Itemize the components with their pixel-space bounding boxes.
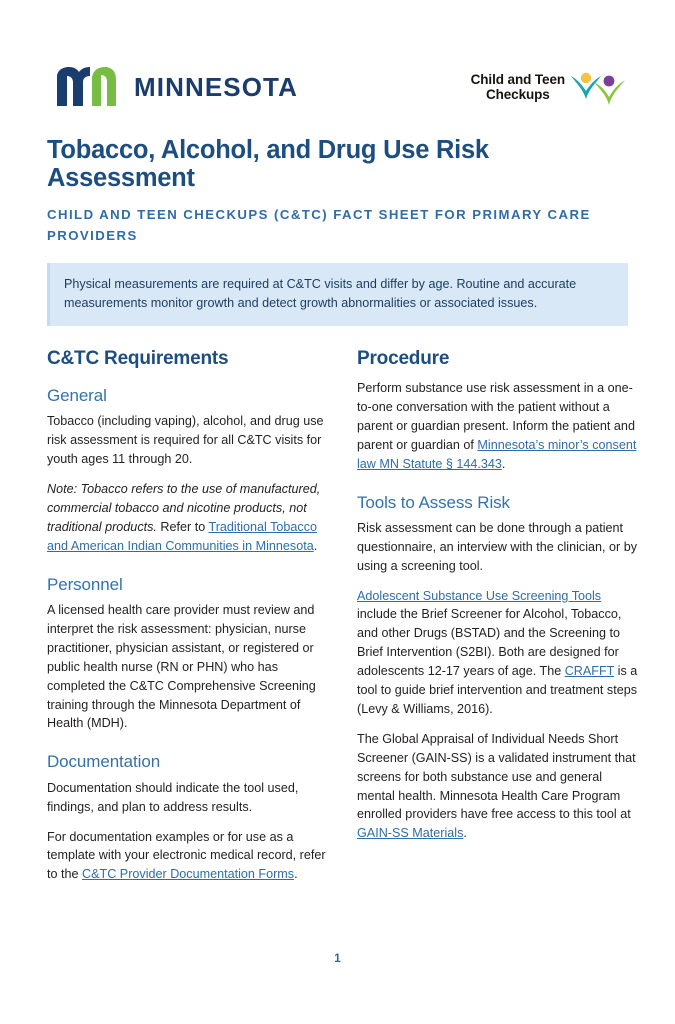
- subsection-title-documentation: Documentation: [47, 752, 161, 772]
- general-paragraph: Tobacco (including vaping), alcohol, and…: [47, 414, 324, 467]
- page-header: MINNESOTA Child and Teen Checkups: [0, 0, 675, 118]
- tools-paragraph-1: Risk assessment can be done through a pa…: [357, 520, 638, 573]
- minnesota-state-logo: MINNESOTA: [55, 67, 298, 107]
- section-title-procedure: Procedure: [357, 348, 450, 370]
- ctc-figures-icon: [571, 72, 625, 105]
- link-ctc-provider-documentation-forms[interactable]: C&TC Provider Documentation Forms: [82, 867, 294, 881]
- content-columns: C&TC Requirements General Tobacco (inclu…: [0, 326, 675, 884]
- general-note-suffix: .: [313, 538, 318, 553]
- procedure-paragraph-suffix: .: [501, 456, 506, 471]
- child-teen-checkups-logo: Child and Teen Checkups: [471, 67, 631, 107]
- section-title-requirements: C&TC Requirements: [47, 348, 229, 370]
- ctc-logo-text: Child and Teen Checkups: [471, 72, 565, 102]
- documentation-paragraph-2: For documentation examples or for use as…: [47, 828, 331, 885]
- minnesota-wordmark: MINNESOTA: [134, 71, 298, 102]
- ctc-logo-line1: Child and Teen: [470, 71, 565, 87]
- page-subtitle: Child and Teen Checkups (C&TC) Fact Shee…: [47, 207, 591, 243]
- fact-sheet-page: MINNESOTA Child and Teen Checkups Tobacc…: [0, 0, 675, 1024]
- mn-logo-mark-icon: [57, 67, 116, 106]
- title-block: Tobacco, Alcohol, and Drug Use Risk Asse…: [0, 118, 675, 246]
- subsection-title-personnel: Personnel: [47, 574, 123, 594]
- link-gain-ss-materials[interactable]: GAIN-SS Materials: [357, 826, 463, 840]
- personnel-paragraph: A licensed health care provider must rev…: [47, 603, 316, 731]
- documentation-paragraph-1: Documentation should indicate the tool u…: [47, 780, 299, 814]
- subsection-title-tools: Tools to Assess Risk: [357, 492, 510, 512]
- general-note-refer: Refer to: [160, 519, 209, 534]
- subsection-title-general: General: [47, 386, 107, 406]
- tools-paragraph-3-suffix: .: [463, 826, 467, 841]
- link-adolescent-substance-use-screening-tools[interactable]: Adolescent Substance Use Screening Tools: [357, 589, 601, 603]
- link-crafft[interactable]: CRAFFT: [565, 664, 614, 678]
- left-column: C&TC Requirements General Tobacco (inclu…: [47, 348, 331, 884]
- page-title: Tobacco, Alcohol, and Drug Use Risk Asse…: [47, 136, 489, 193]
- tools-paragraph-3-prefix: The Global Appraisal of Individual Needs…: [357, 731, 636, 822]
- tools-paragraph-3: The Global Appraisal of Individual Needs…: [357, 730, 641, 843]
- callout-text: Physical measurements are required at C&…: [64, 277, 577, 311]
- tools-paragraph-2: Adolescent Substance Use Screening Tools…: [357, 587, 641, 719]
- page-number: 1: [334, 953, 341, 965]
- procedure-paragraph: Perform substance use risk assessment in…: [357, 379, 641, 473]
- callout-box: Physical measurements are required at C&…: [47, 263, 628, 327]
- documentation-paragraph-2-suffix: .: [294, 867, 298, 882]
- page-footer: 1: [0, 949, 675, 967]
- ctc-logo-line2: Checkups: [485, 87, 550, 102]
- general-note-paragraph: Note: Tobacco refers to the use of manuf…: [47, 480, 331, 556]
- right-column: Procedure Perform substance use risk ass…: [357, 348, 641, 884]
